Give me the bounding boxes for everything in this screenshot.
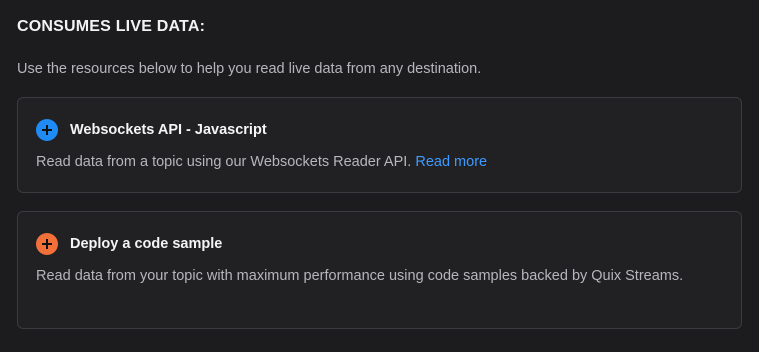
card-description: Read data from your topic with maximum p… xyxy=(36,268,684,284)
plus-circle-icon xyxy=(36,233,58,255)
plus-circle-icon xyxy=(36,119,58,141)
card-title: Websockets API - Javascript xyxy=(70,122,267,138)
card-description-text: Read data from a topic using our Websock… xyxy=(36,154,412,170)
card-header: Websockets API - Javascript xyxy=(36,119,723,141)
read-more-link[interactable]: Read more xyxy=(415,154,487,170)
card-title: Deploy a code sample xyxy=(70,236,223,252)
section-heading: CONSUMES LIVE DATA: xyxy=(17,18,206,35)
websockets-api-card[interactable]: Websockets API - Javascript Read data fr… xyxy=(17,97,742,193)
section-intro: Use the resources below to help you read… xyxy=(17,61,482,77)
deploy-code-sample-card[interactable]: Deploy a code sample Read data from your… xyxy=(17,211,742,329)
consumes-live-data-panel: CONSUMES LIVE DATA: Use the resources be… xyxy=(0,0,759,352)
card-description: Read data from a topic using our Websock… xyxy=(36,151,723,173)
card-header: Deploy a code sample xyxy=(36,233,723,255)
